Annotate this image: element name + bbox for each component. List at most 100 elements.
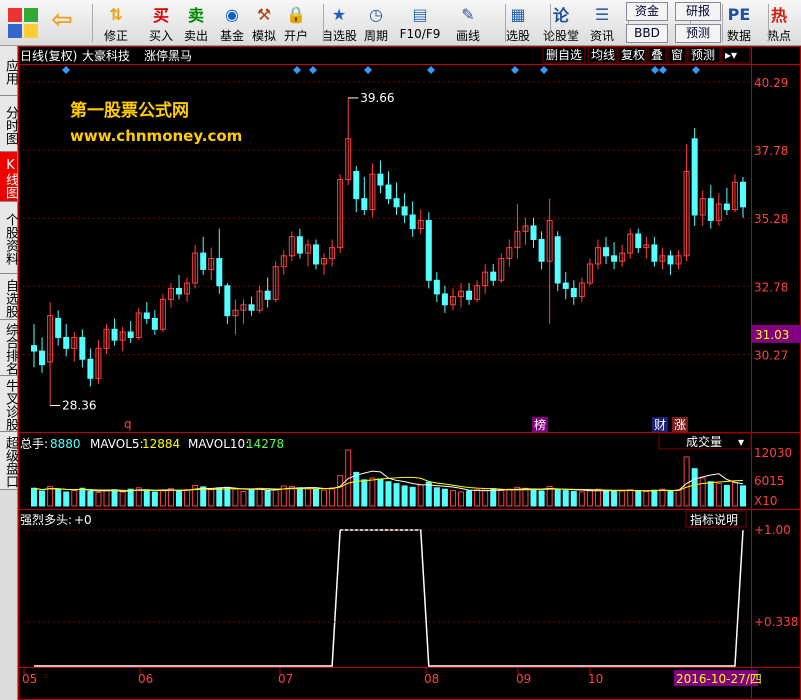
side-tab-7[interactable]: 超级盘口 (0, 432, 18, 490)
volume-bar (651, 489, 658, 507)
candle-body (667, 255, 674, 265)
open-button[interactable]: 🔒 开户 (276, 2, 316, 44)
news-button[interactable]: ☰ 资讯 (582, 2, 622, 44)
toolbar-label: F10/F9 (399, 27, 441, 41)
volume-bar (466, 490, 473, 507)
draw-button[interactable]: ✎ 画线 (448, 2, 488, 44)
f10-button[interactable]: ▤ F10/F9 (399, 2, 441, 44)
candle-body (55, 317, 62, 338)
volume-total-label: 总手: (20, 437, 48, 451)
selfsel-button[interactable]: ★ 自选股 (319, 2, 359, 44)
candle-body (216, 258, 223, 287)
volume-bar (127, 488, 134, 507)
mini-button-yanbao[interactable]: 研报 (675, 2, 721, 21)
toolbar: ⇦ ⇅ 修正买买入卖卖出 ◉ 基金 ⚒ 模拟 🔒 开户 ★ 自选股 ◷ 周期 ▤ F10/F9 ✎ 画线 ▦ 选股论… (0, 0, 801, 46)
candle-body (635, 233, 642, 249)
volume-bar (353, 471, 360, 507)
volume-bar (31, 487, 37, 507)
volume-bar (554, 488, 561, 507)
toolbar-label: 论股堂 (542, 29, 579, 43)
volume-bar (393, 483, 400, 507)
news-icon: ☰ (594, 4, 610, 24)
volume-bar (296, 487, 303, 507)
volume-bar (55, 488, 62, 507)
side-tab-4[interactable]: 自选股 (0, 274, 18, 320)
star-icon: ★ (331, 4, 347, 24)
side-tab-0[interactable]: 应用 (0, 46, 18, 96)
chart-button-1[interactable]: 均线 (591, 48, 615, 62)
hammer-icon: ⚒ (256, 4, 272, 24)
watermark-url: www.chnmoney.com (70, 127, 242, 145)
volume-bar (63, 491, 70, 507)
side-tab-5[interactable]: 综合排名 (0, 320, 18, 376)
data-button[interactable]: PE 数据 (719, 2, 759, 44)
fix-button[interactable]: ⇅ 修正 (96, 2, 136, 44)
candle-body (385, 184, 392, 200)
side-tab-6[interactable]: 牛叉诊股 (0, 376, 18, 432)
volume-bar (224, 486, 231, 507)
candle-body (31, 345, 37, 352)
toolbar-label: 开户 (283, 29, 308, 43)
app-logo[interactable] (8, 8, 38, 38)
indicator-value: +0 (74, 513, 92, 527)
volume-bar (562, 490, 569, 507)
candle-body (562, 282, 569, 289)
volume-bar (401, 485, 408, 507)
volume-selector[interactable]: 成交量 (686, 434, 722, 449)
mini-button-bbd[interactable]: BBD (626, 24, 668, 43)
chart-button-0[interactable]: 删自选 (546, 48, 582, 62)
f10-icon: ▤ (412, 4, 428, 24)
side-tab-3[interactable]: 个股资料 (0, 202, 18, 274)
chart-button-3[interactable]: 叠 (651, 48, 663, 62)
mavol5-label: MAVOL5: (90, 437, 144, 451)
candle-body (143, 312, 150, 319)
volume-bar (538, 490, 545, 507)
volume-tick: X10 (754, 494, 778, 508)
candle-body (377, 173, 384, 186)
candle-body (466, 290, 473, 300)
back-button[interactable]: ⇦ (42, 2, 82, 44)
volume-bar (603, 489, 610, 507)
fund-icon: ◉ (225, 4, 239, 24)
clock-icon: ◷ (369, 4, 383, 24)
volume-bar (441, 488, 448, 507)
volume-bar (635, 490, 642, 507)
candle-body (707, 198, 714, 221)
low-annotation: 28.36 (62, 399, 96, 413)
chevron-down-icon: ▾ (738, 435, 744, 449)
side-tab-2[interactable]: K线图 (0, 152, 18, 202)
candle-body (39, 350, 46, 366)
kline-chart[interactable]: 40.29 37.78 35.28 32.78 30.27 31.03 39.66 28.36… (18, 46, 801, 700)
volume-bar (530, 489, 537, 507)
lock-icon: 🔒 (286, 4, 306, 24)
toolbar-label: 基金 (219, 29, 244, 43)
candle-body (651, 244, 658, 262)
candle-body (433, 279, 440, 295)
mini-button-yuce[interactable]: 预测 (675, 24, 721, 43)
toolbar-separator (505, 4, 506, 42)
chart-button-2[interactable]: 复权 (621, 48, 645, 62)
indicator-explain-button[interactable]: 指标说明 (690, 512, 738, 527)
period-button[interactable]: ◷ 周期 (356, 2, 396, 44)
back-icon: ⇦ (51, 5, 73, 35)
candle-body (264, 290, 271, 300)
chart-button-5[interactable]: 预测 (691, 48, 715, 62)
date-label: 09 (516, 672, 531, 686)
formula-name: 涨停黑马 (144, 48, 192, 63)
sell-button[interactable]: 卖卖出 (176, 2, 216, 44)
forum-button[interactable]: 论论股堂 (541, 2, 581, 44)
candle-body (63, 336, 70, 349)
candle-body (691, 138, 698, 216)
volume-total: 8880 (50, 437, 81, 451)
hot-button[interactable]: 热热点 (759, 2, 799, 44)
candle-body (224, 285, 231, 317)
chart-button-4[interactable]: 窗 (671, 48, 683, 62)
mini-button-zijin[interactable]: 资金 (626, 2, 668, 21)
side-tab-1[interactable]: 分时图 (0, 96, 18, 152)
pick-button[interactable]: ▦ 选股 (498, 2, 538, 44)
buy-button[interactable]: 买买入 (141, 2, 181, 44)
pen-icon: ✎ (461, 4, 475, 24)
toolbar-separator (768, 4, 769, 42)
toolbar-separator (722, 4, 723, 42)
volume-bar (490, 488, 497, 507)
